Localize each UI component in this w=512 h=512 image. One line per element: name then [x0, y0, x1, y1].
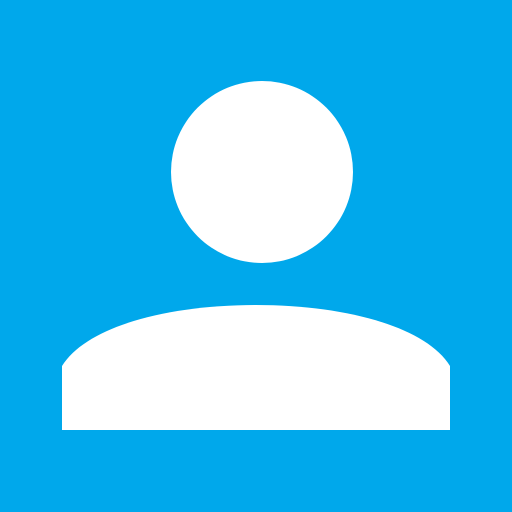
- avatar-tile: [0, 0, 512, 512]
- avatar-head-icon: [171, 81, 353, 263]
- user-avatar-icon: [62, 81, 450, 430]
- avatar-body-icon: [62, 305, 450, 430]
